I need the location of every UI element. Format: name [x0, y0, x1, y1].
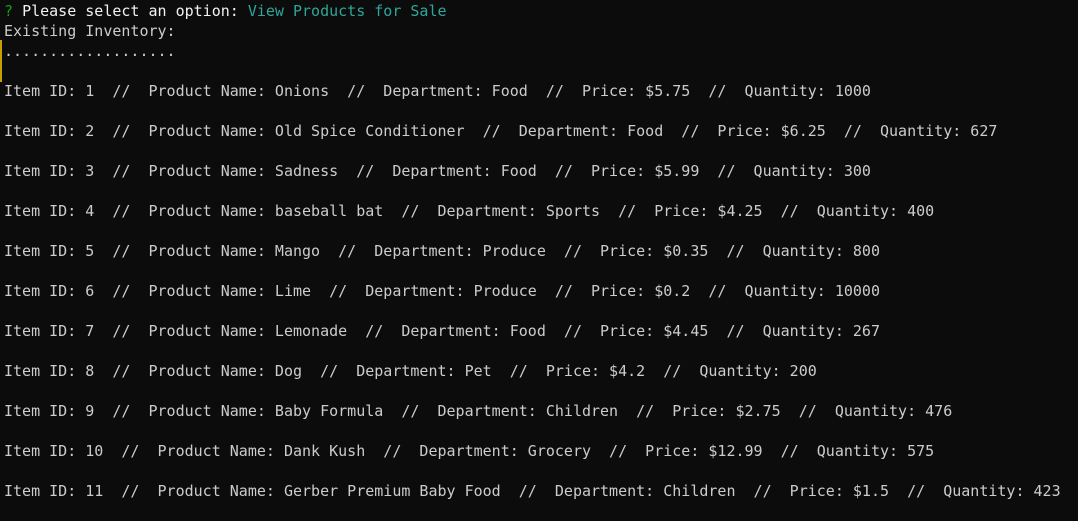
- prompt-question-mark: ?: [4, 2, 14, 20]
- inventory-row: Item ID: 7 // Product Name: Lemonade // …: [4, 322, 880, 340]
- inventory-row: Item ID: 10 // Product Name: Dank Kush /…: [4, 442, 935, 460]
- terminal-window[interactable]: ? Please select an option: View Products…: [0, 0, 1078, 521]
- inventory-row: Item ID: 11 // Product Name: Gerber Prem…: [4, 482, 1061, 500]
- prompt-question: Please select an option:: [22, 2, 239, 20]
- prompt-answer: View Products for Sale: [247, 2, 447, 20]
- inventory-row: Item ID: 4 // Product Name: baseball bat…: [4, 202, 935, 220]
- inventory-heading: Existing Inventory:: [4, 22, 176, 40]
- inventory-row: Item ID: 8 // Product Name: Dog // Depar…: [4, 362, 817, 380]
- inventory-row: Item ID: 9 // Product Name: Baby Formula…: [4, 402, 953, 420]
- inventory-row: Item ID: 6 // Product Name: Lime // Depa…: [4, 282, 880, 300]
- inventory-row: Item ID: 1 // Product Name: Onions // De…: [4, 82, 871, 100]
- inventory-row: Item ID: 2 // Product Name: Old Spice Co…: [4, 122, 998, 140]
- selection-edge-marker: [0, 40, 2, 82]
- inventory-row: Item ID: 3 // Product Name: Sadness // D…: [4, 162, 871, 180]
- separator-line: ...................: [4, 42, 176, 60]
- prompt-line: ? Please select an option: View Products…: [4, 1, 447, 21]
- inventory-row: Item ID: 5 // Product Name: Mango // Dep…: [4, 242, 880, 260]
